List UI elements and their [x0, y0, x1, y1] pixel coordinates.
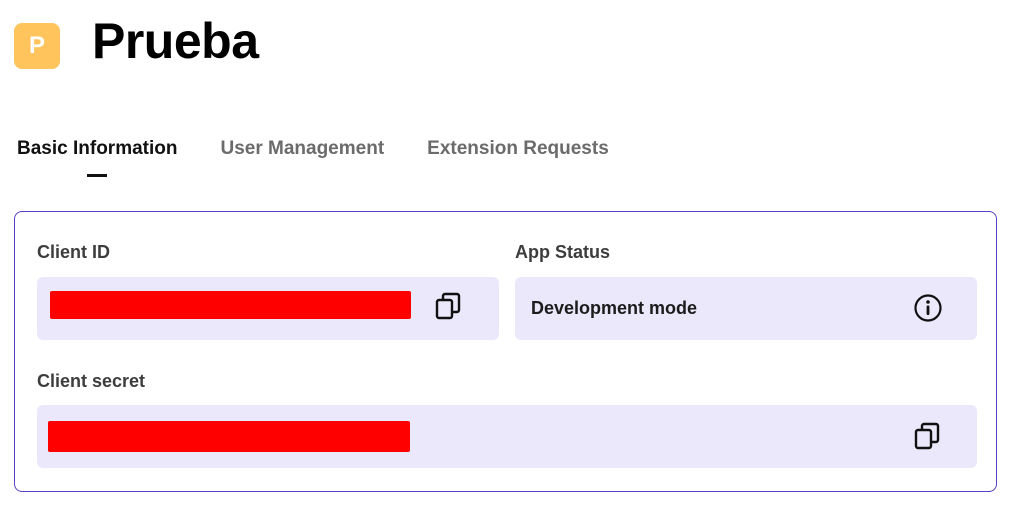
client-id-field[interactable] [37, 277, 499, 340]
credentials-card: Client ID App Status Development mode Cl… [14, 211, 997, 492]
tab-extension-requests[interactable]: Extension Requests [427, 138, 609, 178]
app-header: P Prueba [14, 10, 259, 72]
tab-label: Extension Requests [427, 138, 609, 159]
app-avatar: P [14, 23, 60, 69]
app-status-field: Development mode [515, 277, 977, 340]
client-secret-redacted-value [48, 421, 410, 452]
tab-basic-information[interactable]: Basic Information [17, 138, 177, 178]
client-id-label: Client ID [37, 242, 111, 262]
app-status-value: Development mode [531, 298, 698, 318]
tab-label: User Management [220, 138, 385, 159]
page-title: Prueba [92, 13, 259, 69]
tab-bar: Basic Information User Management Extens… [17, 138, 652, 178]
tab-label: Basic Information [17, 138, 178, 159]
info-icon[interactable] [913, 293, 943, 323]
copy-icon[interactable] [433, 290, 465, 322]
tab-user-management[interactable]: User Management [220, 138, 384, 178]
app-status-label: App Status [515, 242, 611, 262]
copy-icon[interactable] [912, 420, 944, 452]
client-secret-label: Client secret [37, 371, 146, 391]
client-secret-field[interactable] [37, 405, 977, 468]
client-id-redacted-value [50, 291, 411, 319]
active-tab-indicator [87, 174, 107, 177]
